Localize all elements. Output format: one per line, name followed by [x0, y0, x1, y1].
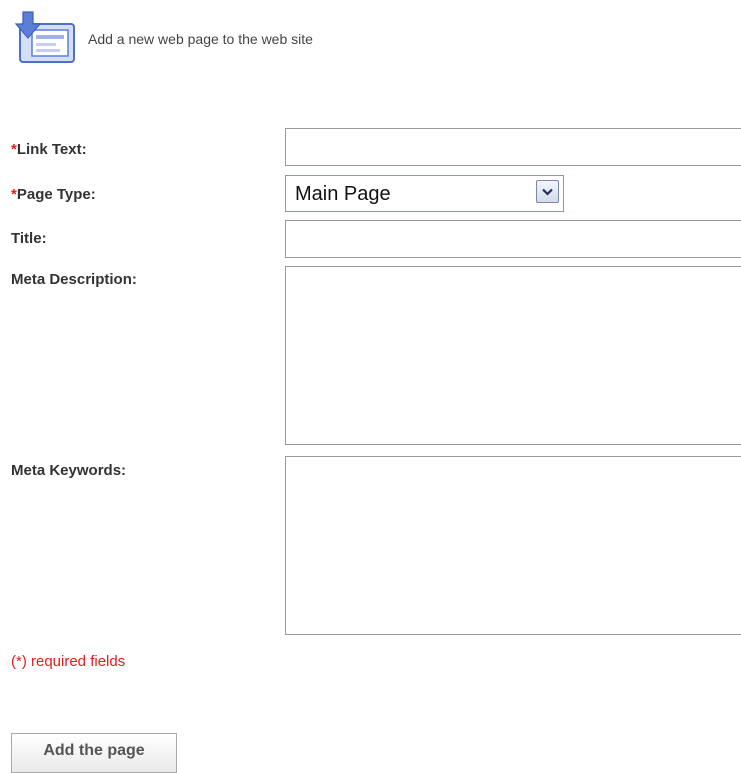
page-header: Add a new web page to the web site	[10, 10, 313, 68]
page-type-label: *Page Type:	[11, 186, 96, 203]
add-page-button[interactable]: Add the page	[11, 733, 177, 773]
meta-description-textarea[interactable]	[285, 266, 741, 445]
required-fields-note: (*) required fields	[11, 653, 126, 670]
page-type-selected-value: Main Page	[295, 183, 391, 205]
title-label: Title:	[11, 230, 47, 247]
link-text-label: *Link Text:	[11, 141, 87, 158]
link-text-input[interactable]	[285, 128, 741, 166]
page-type-select[interactable]: Main Page	[285, 175, 564, 212]
header-description: Add a new web page to the web site	[88, 31, 313, 47]
meta-keywords-label: Meta Keywords:	[11, 462, 127, 479]
title-input[interactable]	[285, 220, 741, 258]
add-page-icon	[14, 11, 75, 63]
dropdown-button[interactable]	[536, 180, 559, 203]
meta-description-label: Meta Description:	[11, 271, 137, 288]
meta-keywords-textarea[interactable]	[285, 456, 741, 635]
chevron-down-icon	[542, 188, 553, 196]
